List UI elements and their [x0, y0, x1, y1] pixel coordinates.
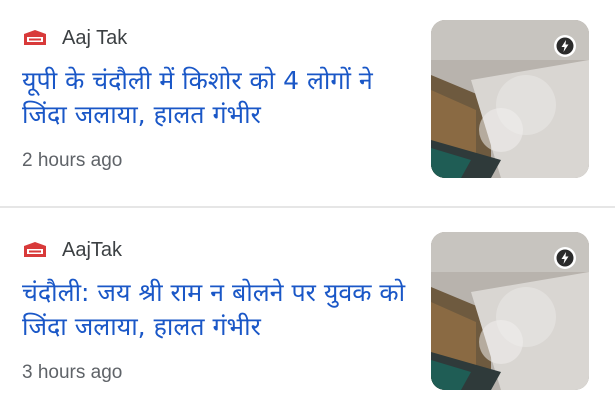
news-thumbnail[interactable]: [431, 232, 589, 390]
amp-lightning-icon: [553, 34, 577, 58]
amp-lightning-icon: [553, 246, 577, 270]
headline-link[interactable]: यूपी के चंदौली में किशोर को 4 लोगों ने ज…: [22, 64, 412, 132]
source-name: Aaj Tak: [62, 27, 128, 49]
aaj-tak-logo-icon: [22, 29, 48, 47]
source-row: Aaj Tak: [22, 26, 127, 50]
headline-link[interactable]: चंदौली: जय श्री राम न बोलने पर युवक को ज…: [22, 276, 412, 344]
source-row: AajTak: [22, 238, 122, 262]
timestamp: 3 hours ago: [22, 362, 123, 383]
news-card[interactable]: AajTak चंदौली: जय श्री राम न बोलने पर यु…: [0, 212, 615, 416]
card-divider: [0, 206, 615, 208]
news-thumbnail[interactable]: [431, 20, 589, 178]
source-name: AajTak: [62, 239, 123, 261]
timestamp: 2 hours ago: [22, 150, 123, 171]
news-card[interactable]: Aaj Tak यूपी के चंदौली में किशोर को 4 लो…: [0, 0, 615, 204]
aaj-tak-logo-icon: [22, 241, 48, 259]
